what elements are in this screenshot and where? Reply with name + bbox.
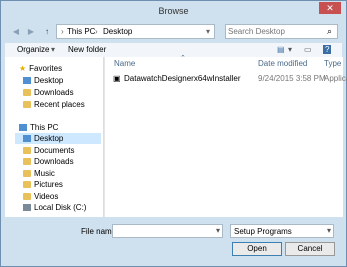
column-date-modified[interactable]: Date modified <box>258 59 307 68</box>
sidebar-item-desktop[interactable]: Desktop <box>15 133 101 144</box>
file-type-value: Setup Programs <box>234 227 292 236</box>
window-title: Browse <box>158 6 189 16</box>
documents-icon <box>23 147 31 154</box>
address-bar[interactable]: › This PC › Desktop ▾ <box>56 24 215 39</box>
music-icon <box>23 170 31 177</box>
help-icon[interactable]: ? <box>323 45 332 54</box>
drive-icon <box>23 204 31 211</box>
toolbar: Organize ▾ New folder ▤ ▾ ▭ ? <box>5 43 342 57</box>
recent-places-icon <box>23 101 31 108</box>
view-options-icon[interactable]: ▤ <box>277 45 285 54</box>
cancel-button[interactable]: Cancel <box>285 242 335 256</box>
sidebar-item-downloads[interactable]: Downloads <box>23 156 74 167</box>
downloads-icon <box>23 89 31 96</box>
downloads-icon <box>23 158 31 165</box>
sidebar-item-documents[interactable]: Documents <box>23 145 74 156</box>
sidebar-item-recent-places[interactable]: Recent places <box>23 99 85 110</box>
chevron-down-icon[interactable]: ▾ <box>288 45 292 54</box>
chevron-down-icon[interactable]: ▾ <box>216 226 220 235</box>
chevron-up-icon: ⌃ <box>180 55 186 62</box>
videos-icon <box>23 193 31 200</box>
sidebar-item-favorites-desktop[interactable]: Desktop <box>23 75 63 86</box>
star-icon: ★ <box>19 64 27 73</box>
file-list: Name ⌃ Date modified Type ▣ DatawatchDes… <box>104 55 347 217</box>
chevron-down-icon[interactable]: ▾ <box>206 27 210 36</box>
installer-icon: ▣ <box>113 74 121 83</box>
chevron-down-icon[interactable]: ▾ <box>51 45 55 54</box>
preview-pane-icon[interactable]: ▭ <box>304 45 312 54</box>
column-name[interactable]: Name <box>114 59 135 68</box>
organize-button[interactable]: Organize <box>17 45 49 54</box>
title-bar: Browse ✕ <box>1 1 346 21</box>
chevron-down-icon[interactable]: ▾ <box>327 226 331 235</box>
chevron-right-icon: › <box>95 27 98 36</box>
open-button[interactable]: Open <box>232 242 282 256</box>
file-type: Applica <box>324 74 347 83</box>
pictures-icon <box>23 181 31 188</box>
table-row[interactable]: ▣ DatawatchDesignerx64wInstaller 9/24/20… <box>113 73 347 84</box>
file-date: 9/24/2015 3:58 PM <box>258 74 326 83</box>
close-button[interactable]: ✕ <box>319 2 341 14</box>
chevron-right-icon: › <box>61 27 64 36</box>
back-arrow-icon[interactable]: ◀ <box>10 26 22 38</box>
sidebar-item-music[interactable]: Music <box>23 168 55 179</box>
browse-dialog: Browse ✕ ◀ ▶ ↑ › This PC › Desktop ▾ ⌕ O… <box>0 0 347 267</box>
desktop-icon <box>23 135 31 142</box>
up-arrow-icon[interactable]: ↑ <box>41 26 53 38</box>
forward-arrow-icon[interactable]: ▶ <box>25 26 37 38</box>
file-name-field[interactable]: ▾ <box>112 224 223 238</box>
navigation-bar: ◀ ▶ ↑ › This PC › Desktop ▾ ⌕ <box>1 21 346 43</box>
new-folder-button[interactable]: New folder <box>68 45 106 54</box>
breadcrumb-this-pc[interactable]: This PC <box>67 27 95 36</box>
sidebar-item-videos[interactable]: Videos <box>23 191 58 202</box>
search-box[interactable]: ⌕ <box>225 24 338 39</box>
search-icon[interactable]: ⌕ <box>327 26 332 37</box>
favorites-header[interactable]: ★ Favorites <box>19 63 62 74</box>
breadcrumb-desktop[interactable]: Desktop <box>103 27 132 36</box>
column-type[interactable]: Type <box>324 59 341 68</box>
this-pc-header[interactable]: This PC <box>19 122 58 133</box>
navigation-pane: ★ Favorites Desktop Downloads Recent plac… <box>5 57 103 217</box>
file-name: DatawatchDesignerx64wInstaller <box>124 74 241 83</box>
sidebar-item-pictures[interactable]: Pictures <box>23 179 63 190</box>
search-input[interactable] <box>228 26 323 37</box>
sidebar-item-local-disk[interactable]: Local Disk (C:) <box>23 202 86 213</box>
desktop-icon <box>23 77 31 84</box>
computer-icon <box>19 124 27 131</box>
file-type-select[interactable]: Setup Programs ▾ <box>230 224 334 238</box>
sidebar-item-favorites-downloads[interactable]: Downloads <box>23 87 74 98</box>
